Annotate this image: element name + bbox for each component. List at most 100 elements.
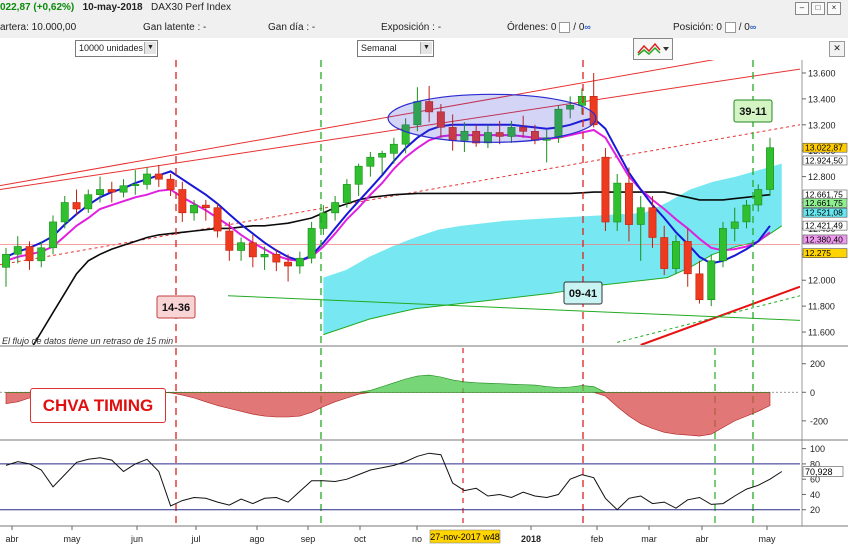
cycle-box-middle: 09-41 — [563, 281, 603, 305]
candle-body — [201, 204, 210, 209]
close-window-button[interactable]: × — [827, 2, 841, 15]
candle-body — [96, 189, 105, 195]
exposure: Exposición : - — [381, 22, 442, 33]
x-tick-label: sep — [301, 534, 316, 544]
cycle-box-right-text: 39-11 — [739, 106, 767, 118]
price-tag-label: 12.421,49 — [805, 221, 843, 231]
units-select[interactable]: 10000 unidades ▼ — [75, 40, 158, 57]
cycle-box-middle-text: 09-41 — [569, 288, 597, 300]
candle-body — [72, 202, 81, 210]
candle-body — [178, 189, 187, 214]
candle-body — [60, 202, 69, 223]
chevron-down-icon: ▼ — [144, 42, 156, 54]
position-sep: / 0 — [738, 22, 750, 34]
candle-body — [577, 95, 586, 106]
candle-body — [742, 204, 751, 223]
candle-body — [37, 247, 46, 262]
candle-body — [695, 273, 704, 301]
x-tick-label: may — [758, 534, 776, 544]
price-tick-label: 13.600 — [808, 68, 836, 78]
daily-gain: Gan día : - — [268, 22, 316, 33]
stoch-tick-label: 20 — [810, 505, 820, 515]
stoch-value-tag: 70,928 — [802, 466, 844, 477]
candle-body — [272, 254, 281, 263]
cycle-box-left: 14-36 — [156, 295, 196, 319]
price-tag: 12.380,40 — [802, 234, 848, 244]
price-chart[interactable]: 14-3609-4139-1111.60011.80012.00012.2001… — [0, 60, 848, 549]
candle-body — [190, 204, 198, 214]
orders-icon[interactable] — [559, 22, 571, 33]
macd-tick-label: 0 — [810, 388, 815, 398]
price-tag-label: 12.924,50 — [805, 155, 843, 165]
price-tick-label: 12.000 — [808, 276, 836, 286]
indicator-chart-icon[interactable] — [633, 38, 673, 60]
candle-body — [636, 207, 645, 225]
candle-body — [107, 189, 116, 193]
price-tick-label: 11.600 — [808, 328, 835, 338]
maximize-button[interactable]: □ — [811, 2, 825, 15]
candle-body — [166, 178, 175, 190]
price-tag-label: 12.521,08 — [805, 208, 843, 218]
candle-body — [366, 156, 375, 167]
x-tick-label: jul — [190, 534, 200, 544]
x-tick-label: mar — [641, 534, 657, 544]
x-tick-label: 2018 — [521, 534, 541, 544]
macd-tick-label: 200 — [810, 359, 825, 369]
candle-body — [295, 257, 304, 267]
candle-body — [237, 242, 245, 251]
candle-body — [354, 165, 363, 185]
close-chart-icon[interactable]: ✕ — [829, 41, 845, 57]
cycle-box-left-text: 14-36 — [162, 302, 190, 314]
candle-body — [389, 143, 398, 154]
cycle-box-right: 39-11 — [733, 99, 773, 123]
price-tag-label: 12.661,75 — [805, 198, 843, 208]
candle-body — [131, 184, 140, 187]
candle-body — [2, 254, 11, 268]
position-icon[interactable] — [724, 22, 736, 33]
chevron-down-icon: ▼ — [420, 42, 432, 54]
candle-body — [25, 246, 34, 262]
unrealized-gain: Gan latente : - — [143, 22, 207, 33]
x-tick-label: ago — [249, 534, 264, 544]
price-change: (+0,62%) — [33, 2, 75, 13]
position-link-icon[interactable]: ∞ — [750, 22, 756, 32]
orders-label: Órdenes: 0 — [507, 22, 557, 34]
highlight-ellipse — [387, 93, 597, 143]
price-tag-label: 12.275 — [805, 248, 831, 258]
period-value: Semanal — [361, 43, 397, 53]
orders-status: Órdenes: 0 / 0∞ — [507, 22, 591, 36]
candle-body — [766, 147, 775, 190]
candle-body — [683, 241, 692, 275]
price-tag-label: 12.380,40 — [805, 234, 843, 244]
macd-tick-label: -200 — [810, 416, 828, 426]
candle-body — [248, 242, 257, 258]
portfolio-label: artera: 10.000,00 — [0, 22, 77, 33]
candle-body — [119, 185, 128, 193]
candle-body — [660, 237, 669, 269]
instrument-name: DAX30 Perf Index — [150, 2, 232, 13]
stoch-tick-label: 100 — [810, 444, 825, 454]
orders-sep: / 0 — [573, 22, 585, 34]
candle-body — [84, 194, 93, 210]
orders-link-icon[interactable]: ∞ — [584, 22, 590, 32]
units-value: 10000 unidades — [79, 43, 144, 53]
x-tick-label: abr — [5, 534, 18, 544]
candle-body — [378, 153, 387, 158]
price-tag: 13.022,87 — [802, 143, 848, 153]
price-tag: 12.275 — [802, 248, 848, 258]
candle-body — [707, 260, 716, 301]
candle-body — [225, 230, 234, 251]
candle-body — [284, 261, 292, 267]
stoch-tick-label: 40 — [810, 490, 820, 500]
candle-body — [154, 173, 163, 180]
minimize-button[interactable]: – — [795, 2, 809, 15]
candle-body — [671, 241, 680, 269]
price-tag: 12.924,50 — [802, 155, 848, 165]
data-delay-note: El flujo de datos tiene un retraso de 15… — [2, 336, 174, 346]
chart-icon-graphic — [637, 42, 669, 56]
position-status: Posición: 0 / 0∞ — [673, 22, 756, 36]
price-tick-label: 11.800 — [808, 302, 835, 312]
period-select[interactable]: Semanal ▼ — [357, 40, 434, 57]
x-tick-label: oct — [354, 534, 367, 544]
stoch-value-label: 70,928 — [805, 467, 833, 477]
